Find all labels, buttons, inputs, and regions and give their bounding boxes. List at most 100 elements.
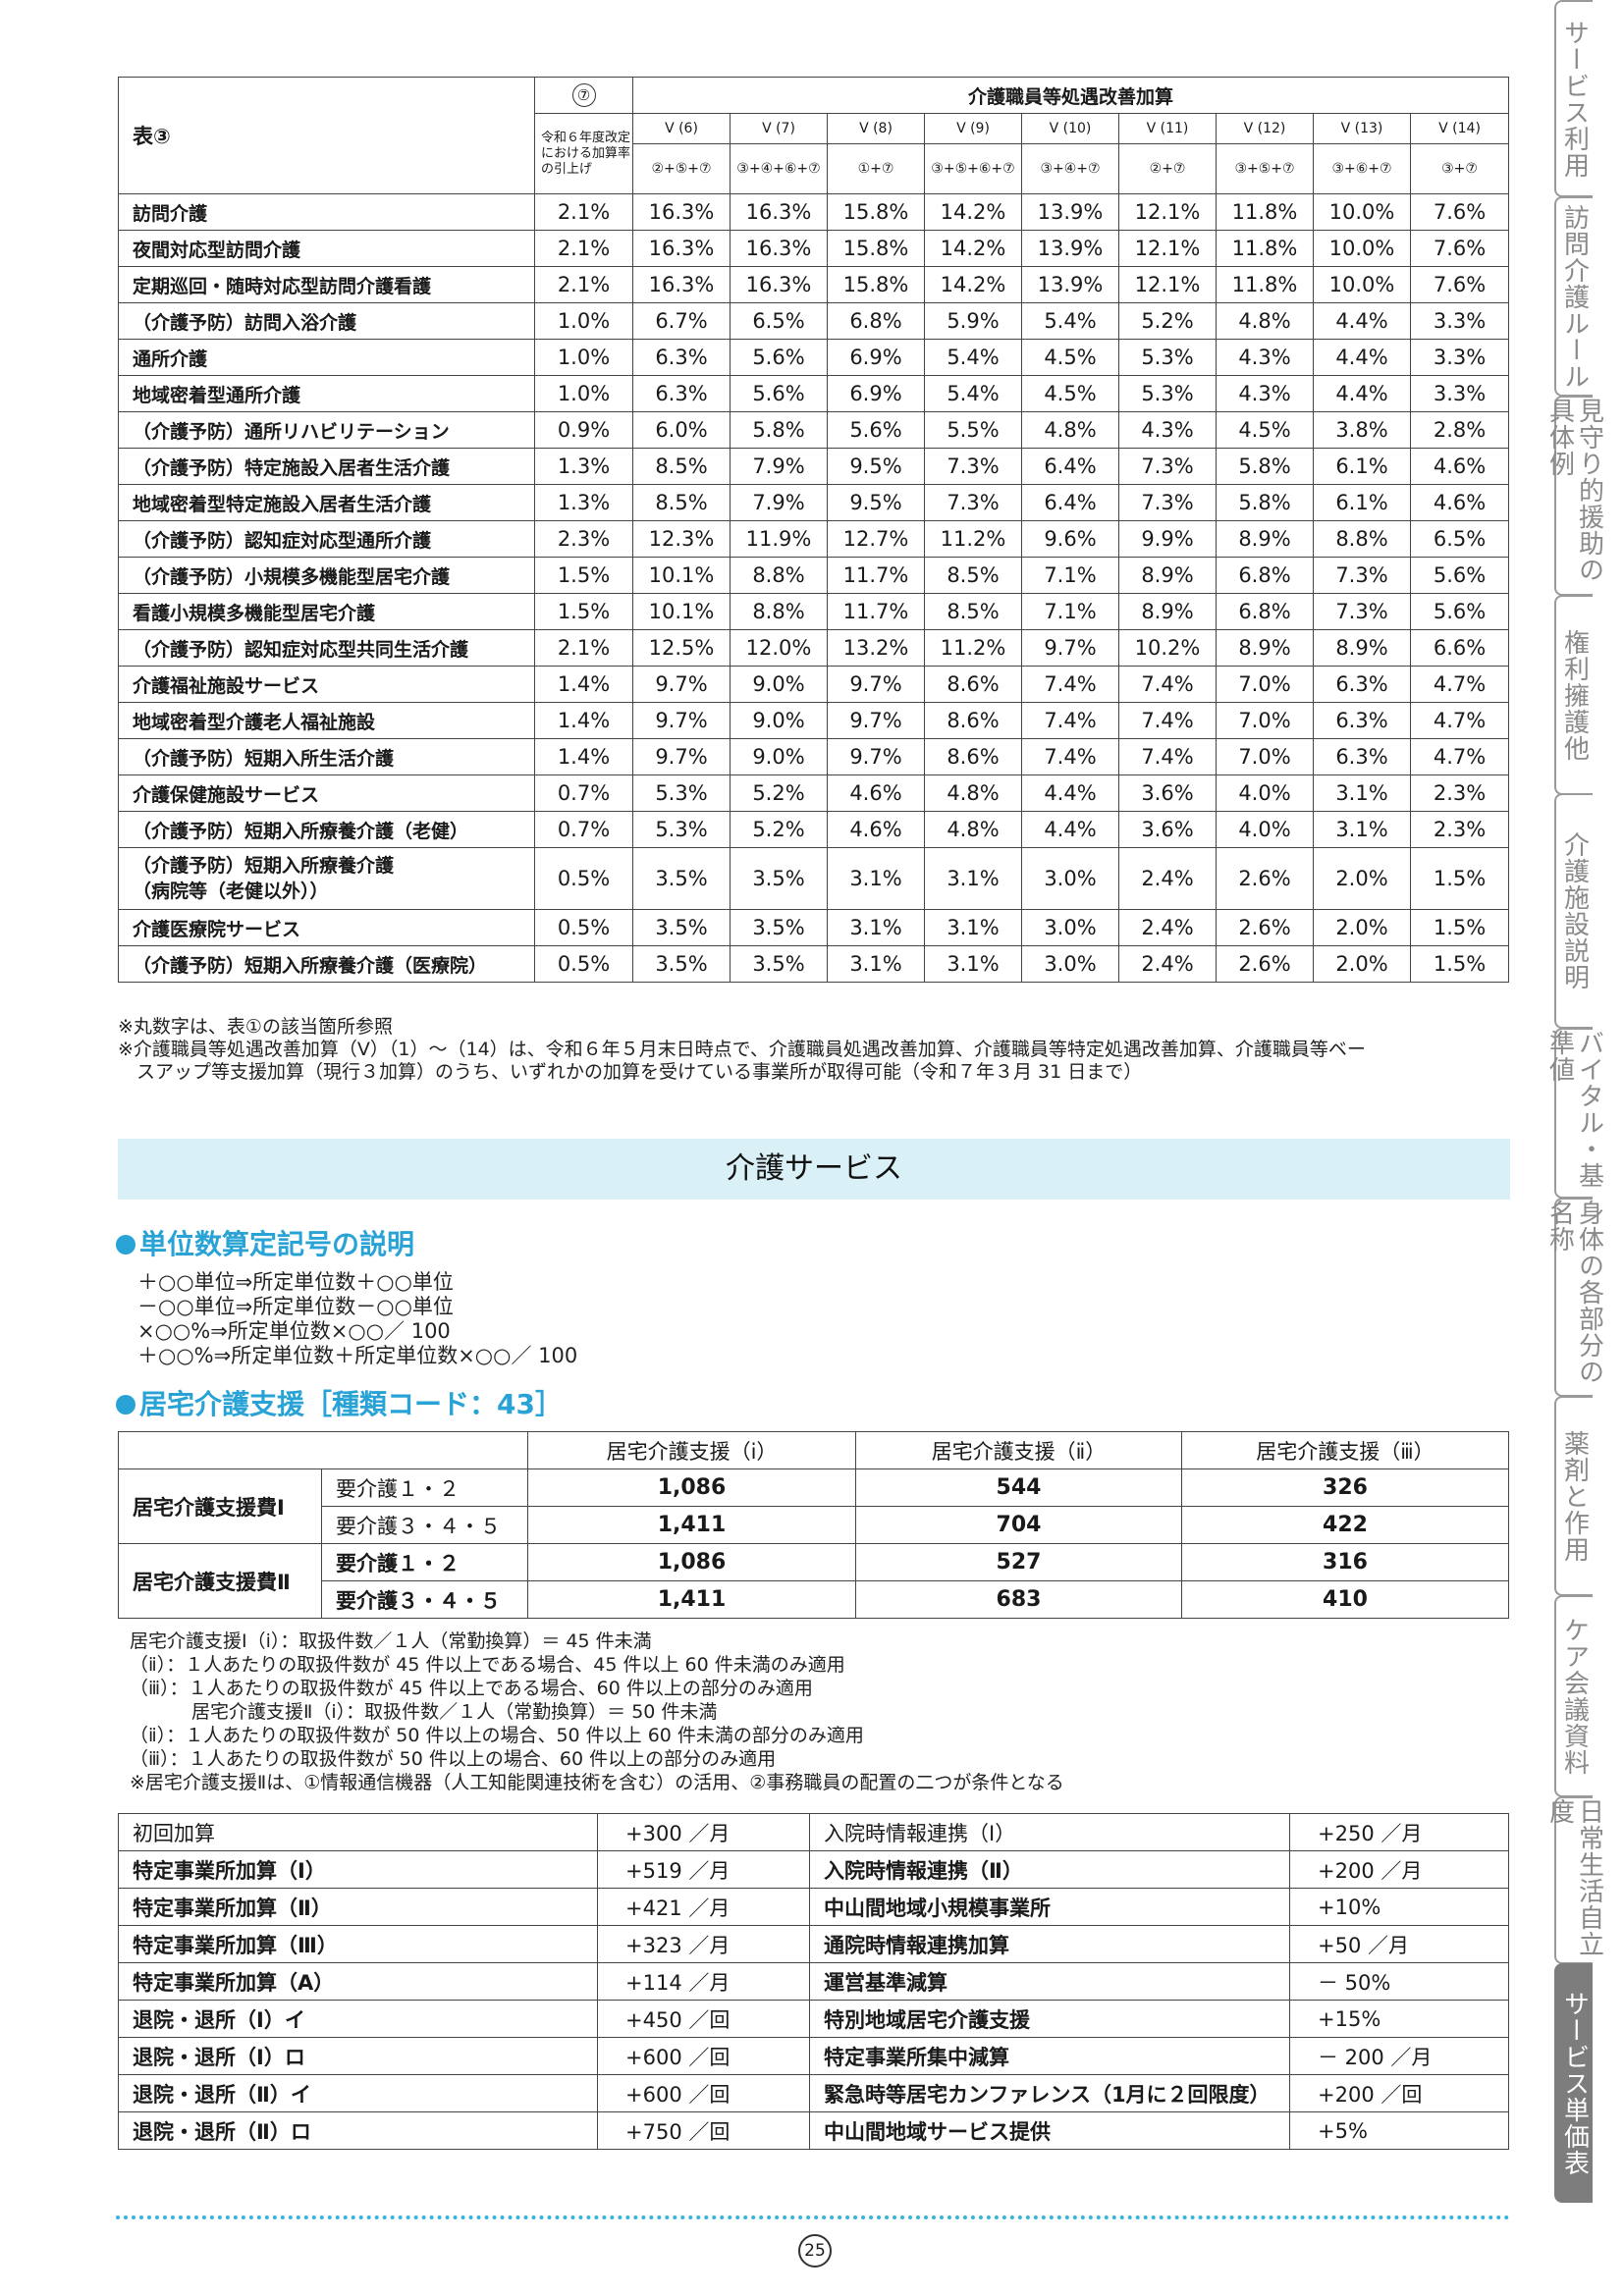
care-support-heading: 居宅介護支援［種類コード：43］ [116,1383,563,1422]
table-cell: 1,086 [527,1468,856,1507]
addition-name: 特定事業所加算（Ⅲ） [118,1925,598,1963]
side-tab[interactable]: 日常生活自立度 [1545,1796,1604,1964]
table-cell: 1.5% [534,593,633,630]
explain-line: ＋○○単位⇒所定単位数＋○○単位 [137,1270,454,1294]
table-cell: 544 [855,1468,1182,1507]
side-tab[interactable]: ケア会議資料 [1554,1595,1593,1797]
table-cell: 410 [1181,1580,1509,1619]
table-cell: 5.6% [1409,593,1510,630]
column-name: Ⅴ (13) [1313,113,1411,144]
table-cell: 16.3% [730,266,828,303]
table-cell: 5.8% [1216,448,1314,485]
table-cell: 4.7% [1409,702,1510,739]
side-tab[interactable]: バイタル・基準値 [1545,1028,1604,1199]
table-cell: 3.1% [924,909,1022,946]
table-cell: 12.3% [632,520,731,558]
side-tab[interactable]: 権利擁護他 [1554,595,1593,795]
table-cell: 2.6% [1216,909,1314,946]
table-cell: 0.7% [534,811,633,848]
row-label: 地域密着型介護老人福祉施設 [118,702,535,739]
table-cell: 2.4% [1118,909,1217,946]
side-tab-label: 見守り的援助の具体例 [1544,398,1604,583]
table-cell: 1,086 [527,1543,856,1581]
table-cell: 4.6% [1409,448,1510,485]
table-cell: 5.6% [730,339,828,376]
table-cell: 12.1% [1118,193,1217,231]
column-header: 居宅介護支援（ⅱ） [855,1431,1182,1469]
addition-value: +10% [1289,1888,1509,1926]
table-cell: 7.4% [1118,738,1217,775]
table-cell: 0.5% [534,909,633,946]
row-label: 介護福祉施設サービス [118,666,535,703]
table-row: 夜間対応型訪問介護 2.1% 16.3% 16.3% 15.8% 14.2% 13.9% 12… [118,230,1510,267]
table-cell: 6.8% [827,302,925,340]
unit-explain-list: ＋○○単位⇒所定単位数＋○○単位 －○○単位⇒所定単位数－○○単位 ×○○%⇒所… [137,1270,577,1368]
table-cell: 4.8% [924,774,1022,812]
table-cell: 7.3% [1313,557,1411,594]
addition-name: 運営基準減算 [809,1962,1290,2001]
table-cell: 9.0% [730,738,828,775]
empty-header-cell [118,1431,528,1469]
table-cell: 3.5% [632,909,731,946]
table-cell: 6.3% [632,339,731,376]
group-label: 居宅介護支援費Ⅱ [118,1543,322,1619]
addition-value: +421 ／月 [597,1888,810,1926]
table-cell: 1.5% [1409,909,1510,946]
side-tab-label: 権利擁護他 [1559,628,1590,762]
table-cell: 7.0% [1216,738,1314,775]
table-cell: 13.2% [827,629,925,667]
table-cell: 6.5% [730,302,828,340]
row-label: 介護保健施設サービス [118,774,535,812]
table-cell: 6.4% [1021,484,1119,521]
side-tab[interactable]: 見守り的援助の具体例 [1545,396,1604,596]
table-cell: 12.1% [1118,266,1217,303]
table-cell: 7.4% [1021,738,1119,775]
table-cell: 14.2% [924,193,1022,231]
table-cell: 4.7% [1409,666,1510,703]
table-row: 介護保健施設サービス 0.7% 5.3% 5.2% 4.6% 4.8% 4.4% 3.6% 4.… [118,774,1510,812]
table-cell: 704 [855,1506,1182,1544]
table-cell: 6.9% [827,375,925,412]
table-cell: 8.5% [632,484,731,521]
addition-name: 中山間地域小規模事業所 [809,1888,1290,1926]
side-tab[interactable]: 薬剤と作用 [1554,1396,1593,1596]
side-tab[interactable]: サービス単価表 [1554,1963,1593,2203]
table-cell: 4.4% [1313,375,1411,412]
table-cell: 683 [855,1580,1182,1619]
table-cell: 15.8% [827,193,925,231]
table-row: 特定事業所加算（Ⅱ） +421 ／月 中山間地域小規模事業所 +10% [118,1888,1509,1926]
table-row: 退院・退所（Ⅱ）イ +600 ／回 緊急時等居宅カンファレンス（1月に２回限度） +2… [118,2074,1509,2112]
table-cell: 5.2% [730,774,828,812]
side-tab[interactable]: 身体の各部分の名称 [1545,1198,1604,1397]
table-cell: 3.5% [632,945,731,983]
table-row: （介護予防）短期入所生活介護 1.4% 9.7% 9.0% 9.7% 8.6% 7.4% 7.… [118,738,1510,775]
table-cell: 11.7% [827,557,925,594]
addition-value: +519 ／月 [597,1850,810,1889]
table-row: （介護予防）認知症対応型共同生活介護 2.1% 12.5% 12.0% 13.2% 11.… [118,629,1510,667]
table-cell: 4.8% [924,811,1022,848]
table-cell: 4.4% [1021,811,1119,848]
table-cell: 7.0% [1216,666,1314,703]
table-cell: 2.8% [1409,411,1510,449]
table-row: （介護予防）訪問入浴介護 1.0% 6.7% 6.5% 6.8% 5.9% 5.4% 5.2%… [118,302,1510,340]
care-level: 要介護１・２ [321,1543,528,1581]
side-tab[interactable]: サービス利用 [1554,0,1593,197]
table-cell: 7.9% [730,484,828,521]
table-row: （介護予防）短期入所療養介護（老健） 0.7% 5.3% 5.2% 4.6% 4.8% 4.… [118,811,1510,848]
table-row: 特定事業所加算（Ⅰ） +519 ／月 入院時情報連携（Ⅱ） +200 ／月 [118,1850,1509,1889]
table-cell: 8.8% [730,593,828,630]
table-cell: 6.8% [1216,593,1314,630]
table-row: 退院・退所（Ⅰ）ロ +600 ／回 特定事業所集中減算－ 200 ／月 [118,2037,1509,2075]
table-cell: 2.1% [534,193,633,231]
col7-description: 令和６年度改定における加算率の引上げ [534,113,633,194]
table-cell: 9.7% [632,738,731,775]
addition-name: 初回加算 [118,1813,598,1851]
row-label: 介護医療院サービス [118,909,535,946]
table-cell: 1.4% [534,702,633,739]
side-tab[interactable]: 介護施設説明 [1554,793,1593,1029]
care-level: 要介護３・４・５ [321,1580,528,1619]
row-label: （介護予防）短期入所療養介護（老健） [118,811,535,848]
table-header-row: 表③ ⑦ 介護職員等処遇改善加算 [118,77,1510,194]
side-tab[interactable]: 訪問介護ルール [1554,196,1593,397]
row-label: 地域密着型特定施設入居者生活介護 [118,484,535,521]
